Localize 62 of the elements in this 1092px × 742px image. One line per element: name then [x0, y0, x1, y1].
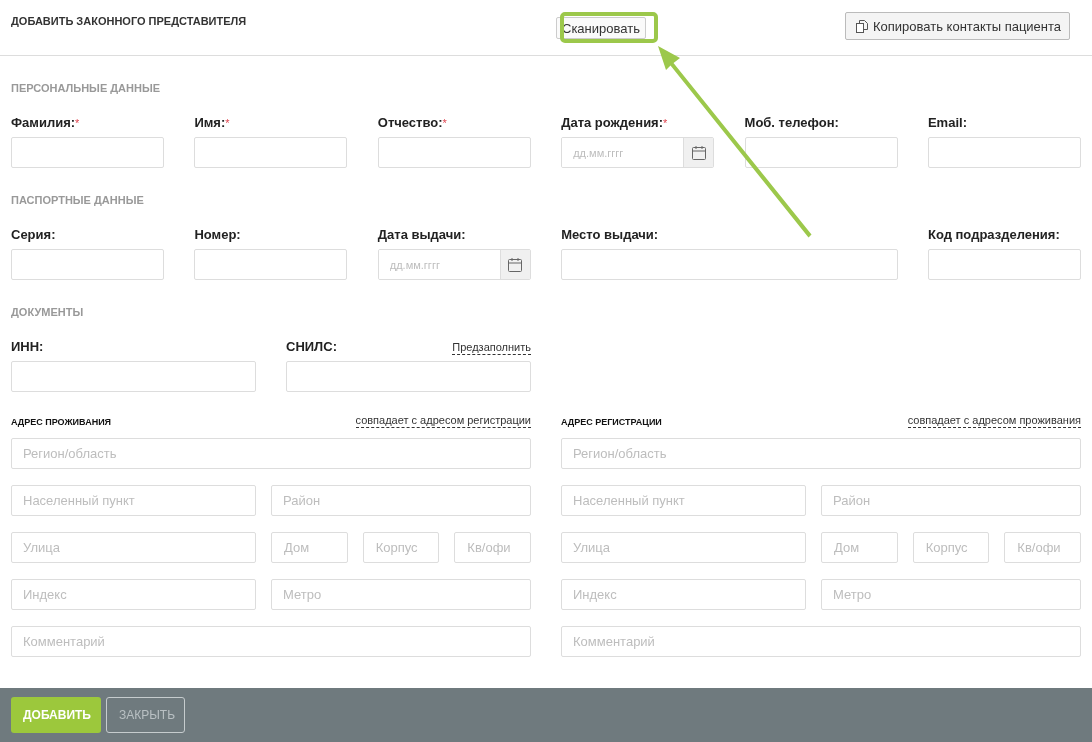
calendar-icon	[690, 144, 707, 161]
same-address-link[interactable]: совпадает с адресом проживания	[907, 413, 1081, 428]
calendar-button[interactable]	[499, 250, 530, 279]
input-field[interactable]: Корпус	[362, 532, 440, 563]
input-field[interactable]: Дом	[271, 532, 348, 563]
same-address-link[interactable]: совпадает с адресом регистрации	[355, 413, 531, 428]
calendar-icon	[507, 256, 524, 273]
field-label: СНИЛС:	[286, 339, 337, 355]
input-field[interactable]: Район	[821, 485, 1081, 516]
input-field[interactable]: Кв/офи	[1004, 532, 1081, 563]
section-heading: ДОКУМЕНТЫ	[11, 305, 85, 319]
input-field[interactable]: Метро	[821, 579, 1081, 610]
input-field[interactable]	[11, 249, 164, 280]
field-label: Код подразделения:	[927, 227, 1060, 243]
input-field[interactable]	[194, 249, 348, 280]
date-field[interactable]: дд.мм.гггг	[561, 137, 715, 168]
scan-button[interactable]: Сканировать	[556, 17, 646, 39]
section-heading: ПАСПОРТНЫЕ ДАННЫЕ	[11, 193, 145, 207]
field-label: Моб. телефон:	[744, 115, 839, 131]
input-field[interactable]: Улица	[11, 532, 256, 563]
input-field[interactable]: Район	[271, 485, 531, 516]
input-field[interactable]	[11, 361, 256, 392]
field-label: Отчество:*	[377, 115, 447, 131]
input-field[interactable]	[194, 137, 348, 168]
input-field[interactable]: Улица	[561, 532, 806, 563]
input-field[interactable]: Регион/область	[561, 438, 1081, 469]
field-label: Место выдачи:	[561, 227, 659, 243]
input-field[interactable]: Населенный пункт	[561, 485, 806, 516]
input-field[interactable]	[11, 137, 164, 168]
copy-contacts-button[interactable]: Копировать контакты пациента	[845, 12, 1071, 40]
field-label: Дата выдачи:	[377, 227, 466, 243]
address-heading: АДРЕС ПРОЖИВАНИЯ	[11, 416, 112, 428]
input-field[interactable]	[927, 137, 1081, 168]
input-field[interactable]: Населенный пункт	[11, 485, 256, 516]
field-label: Серия:	[11, 227, 56, 243]
field-label: Дата рождения:*	[561, 115, 668, 131]
input-field[interactable]: Индекс	[11, 579, 256, 610]
field-label: Фамилия:*	[11, 115, 80, 131]
date-field[interactable]: дд.мм.гггг	[377, 249, 531, 280]
input-field[interactable]: Корпус	[912, 532, 990, 563]
input-field[interactable]	[927, 249, 1081, 280]
field-label: ИНН:	[11, 339, 44, 355]
input-field[interactable]: Комментарий	[11, 626, 531, 657]
form-title: ДОБАВИТЬ ЗАКОННОГО ПРЕДСТАВИТЕЛЯ	[11, 15, 248, 27]
prefill-link[interactable]: Предзаполнить	[452, 340, 531, 355]
input-field[interactable]: Кв/офи	[454, 532, 531, 563]
copy-icon	[856, 19, 868, 33]
input-field[interactable]: Дом	[821, 532, 898, 563]
address-heading: АДРЕС РЕГИСТРАЦИИ	[561, 416, 662, 428]
field-label: Номер:	[194, 227, 241, 243]
input-field[interactable]: Регион/область	[11, 438, 531, 469]
field-label: Email:	[927, 115, 967, 131]
input-field[interactable]	[377, 137, 531, 168]
calendar-button[interactable]	[683, 138, 714, 167]
input-field[interactable]	[744, 137, 898, 168]
input-field[interactable]	[561, 249, 898, 280]
section-heading: ПЕРСОНАЛЬНЫЕ ДАННЫЕ	[11, 81, 162, 95]
input-field[interactable]: Индекс	[561, 579, 806, 610]
input-field[interactable]	[286, 361, 531, 392]
input-field[interactable]: Комментарий	[561, 626, 1081, 657]
field-label: Имя:*	[194, 115, 230, 131]
input-field[interactable]: Метро	[271, 579, 531, 610]
